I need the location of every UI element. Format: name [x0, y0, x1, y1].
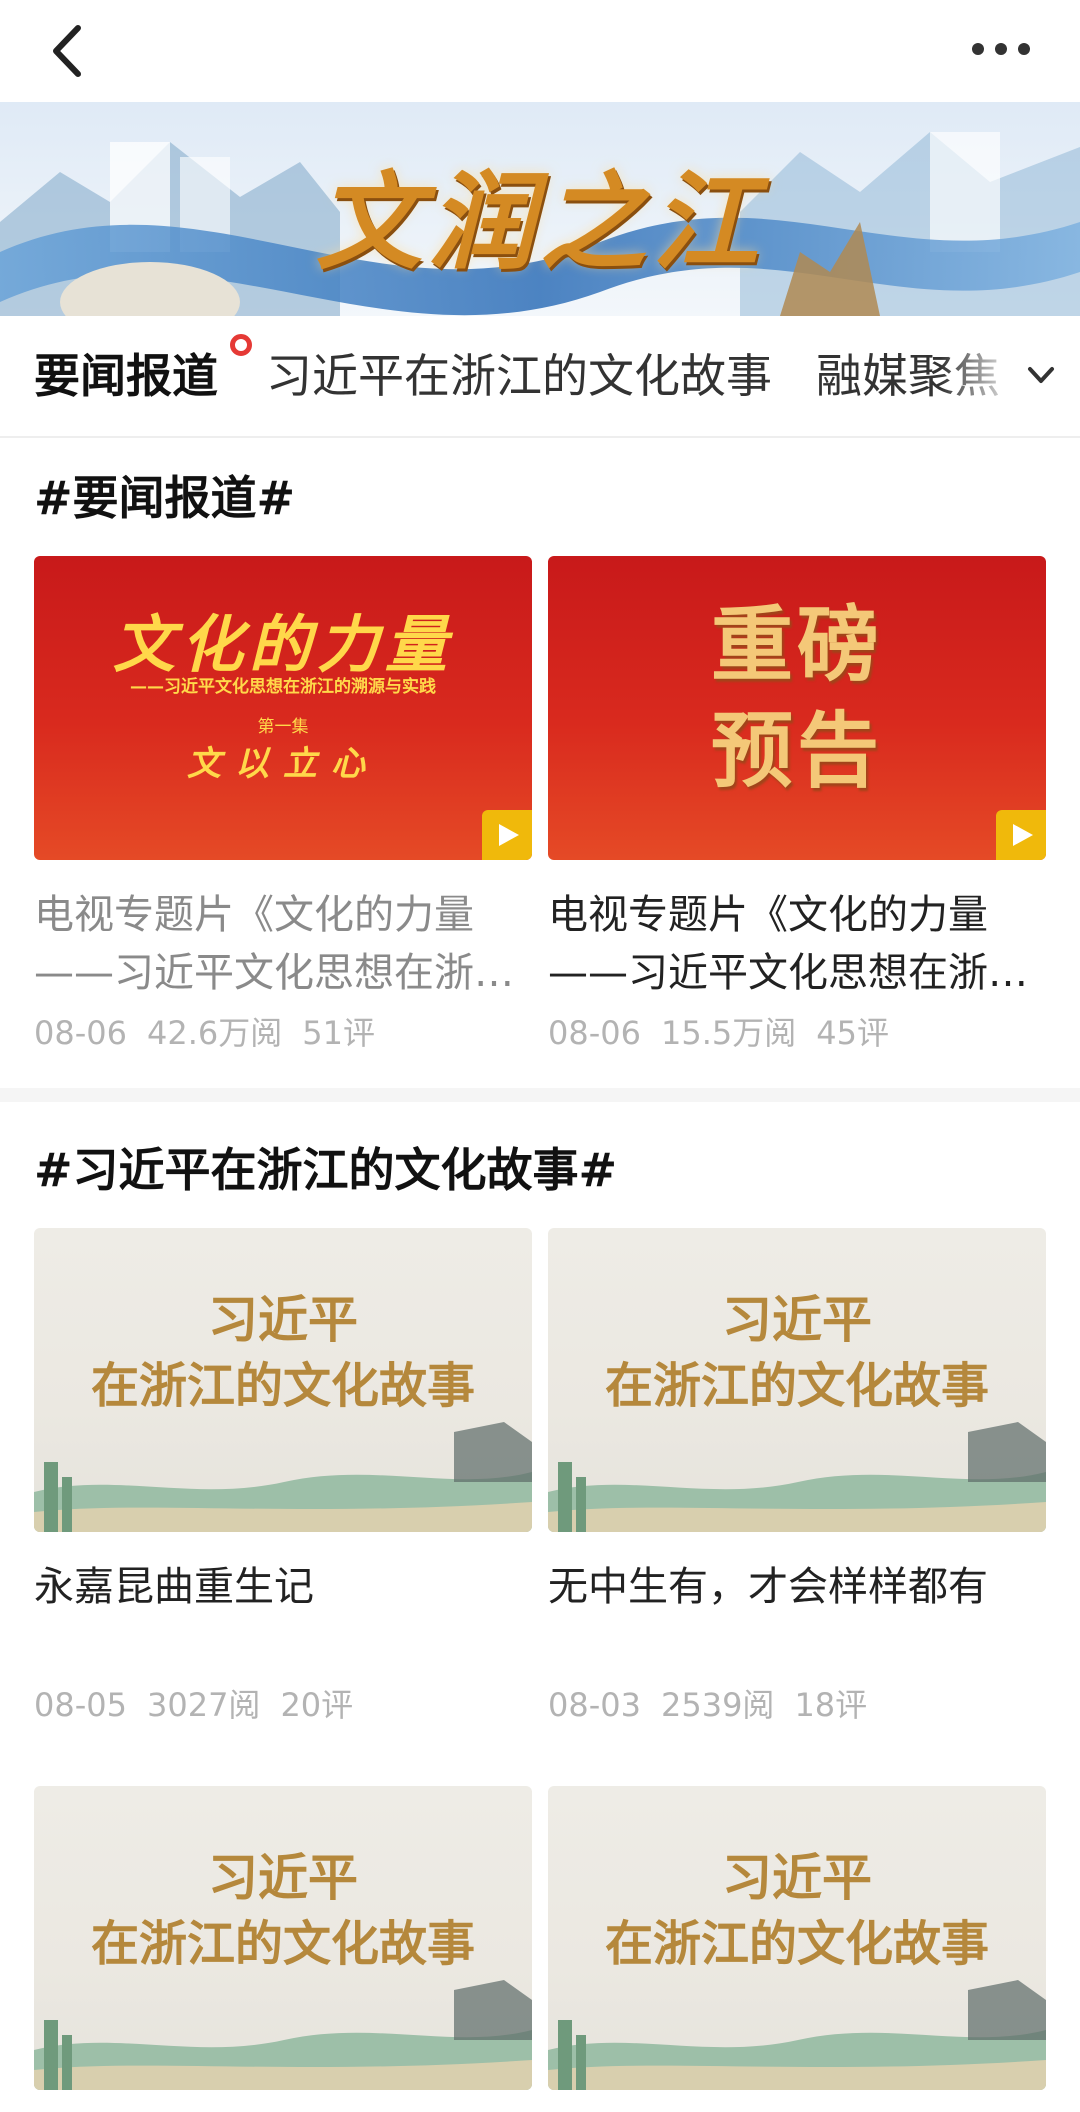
top-nav-bar — [0, 0, 1080, 102]
banner-title: 文润之江 — [316, 159, 764, 284]
new-content-dot — [230, 334, 252, 356]
section-title-culture-stories: #习近平在浙江的文化故事# — [34, 1143, 618, 1197]
topic-banner: 文润之江 — [0, 102, 1080, 316]
card-title-line: 电视专题片《文化的力量 — [34, 892, 474, 938]
article-cover[interactable]: 习近平 在浙江的文化故事 — [34, 1786, 532, 2090]
read-count: 3027阅 — [146, 1686, 261, 1724]
play-badge — [996, 810, 1046, 860]
publish-date: 08-06 — [548, 1014, 641, 1052]
landscape-illustration — [548, 1980, 1046, 2090]
section-title-news: #要闻报道# — [34, 471, 296, 525]
read-count: 2539阅 — [660, 1686, 775, 1724]
play-icon — [499, 824, 519, 846]
cover-subtitle: ——习近平文化思想在浙江的溯源与实践 — [130, 677, 436, 697]
card-meta: 08-03 2539阅 18评 — [548, 1680, 1046, 1726]
landscape-illustration — [548, 1422, 1046, 1532]
article-card[interactable]: 文化的力量 ——习近平文化思想在浙江的溯源与实践 第一集 文以立心 电视专题片《… — [34, 556, 532, 1054]
cover-main-text: 文化的力量 — [112, 608, 453, 681]
cover-line-2: 预告 — [710, 704, 883, 799]
read-count: 42.6万阅 — [146, 1014, 283, 1052]
card-title: 永嘉昆曲重生记 — [34, 1558, 532, 1674]
comment-count: 18评 — [794, 1686, 868, 1724]
cover-line-1: 重磅 — [710, 598, 883, 693]
article-card[interactable]: 习近平 在浙江的文化故事 无中生有，才会样样都有 08-03 2539阅 18评 — [548, 1228, 1046, 1726]
play-icon — [1013, 824, 1033, 846]
cover-line-1: 习近平 — [208, 1848, 358, 1907]
publish-date: 08-05 — [34, 1686, 127, 1724]
cover-line-1: 习近平 — [722, 1848, 872, 1907]
article-card[interactable]: 重磅 预告 电视专题片《文化的力量 ——习近平文化思想在浙江的溯源与实践 08-… — [548, 556, 1046, 1054]
card-meta: 08-06 42.6万阅 51评 — [34, 1008, 532, 1054]
card-title-line: 永嘉昆曲重生记 — [34, 1564, 314, 1610]
card-title: 无中生有，才会样样都有 — [548, 1558, 1046, 1674]
cover-line-2: 在浙江的文化故事 — [604, 1916, 989, 1972]
comment-count: 20评 — [280, 1686, 354, 1724]
video-cover[interactable]: 重磅 预告 — [548, 556, 1046, 860]
more-icon[interactable] — [966, 24, 1036, 74]
comment-count: 51评 — [302, 1014, 375, 1052]
read-count: 15.5万阅 — [660, 1014, 797, 1052]
card-title: 电视专题片《文化的力量 ——习近平文化思想在浙江的溯源与实践 — [548, 886, 1046, 1002]
chevron-down-icon[interactable] — [1024, 358, 1058, 392]
card-title-line: 无中生有，才会样样都有 — [548, 1564, 988, 1610]
article-card[interactable]: 习近平 在浙江的文化故事 永嘉昆曲重生记 08-05 3027阅 20评 — [34, 1228, 532, 1726]
tab-news-reports[interactable]: 要闻报道 — [34, 340, 218, 406]
cover-episode: 第一集 — [257, 717, 309, 737]
landscape-illustration — [34, 1422, 532, 1532]
video-cover[interactable]: 文化的力量 ——习近平文化思想在浙江的溯源与实践 第一集 文以立心 — [34, 556, 532, 860]
play-badge — [482, 810, 532, 860]
card-title-line: 电视专题片《文化的力量 — [548, 892, 988, 938]
cover-line-2: 在浙江的文化故事 — [90, 1358, 475, 1414]
card-title-line: ——习近平文化思想在浙江的溯源与实践 — [34, 950, 532, 996]
comment-count: 45评 — [816, 1014, 889, 1052]
card-meta: 08-05 3027阅 20评 — [34, 1680, 532, 1726]
cover-episode-name: 文以立心 — [187, 744, 379, 784]
article-cover[interactable]: 习近平 在浙江的文化故事 — [34, 1228, 532, 1532]
card-title-line: ——习近平文化思想在浙江的溯源与实践 — [548, 950, 1046, 996]
landscape-illustration — [34, 1980, 532, 2090]
publish-date: 08-03 — [548, 1686, 641, 1724]
tab-culture-stories[interactable]: 习近平在浙江的文化故事 — [266, 340, 772, 406]
section-divider — [0, 1088, 1080, 1102]
cover-line-1: 习近平 — [722, 1290, 872, 1349]
article-cover[interactable]: 习近平 在浙江的文化故事 — [548, 1228, 1046, 1532]
back-icon[interactable] — [44, 22, 96, 80]
card-meta: 08-06 15.5万阅 45评 — [548, 1008, 1046, 1054]
publish-date: 08-06 — [34, 1014, 127, 1052]
cover-line-2: 在浙江的文化故事 — [604, 1358, 989, 1414]
article-card[interactable]: 习近平 在浙江的文化故事 — [34, 1786, 532, 2090]
article-cover[interactable]: 习近平 在浙江的文化故事 — [548, 1786, 1046, 2090]
channel-tab-bar: 要闻报道 习近平在浙江的文化故事 融媒聚焦 — [0, 316, 1080, 438]
card-title: 电视专题片《文化的力量 ——习近平文化思想在浙江的溯源与实践 — [34, 886, 532, 1002]
cover-line-1: 习近平 — [208, 1290, 358, 1349]
article-card[interactable]: 习近平 在浙江的文化故事 — [548, 1786, 1046, 2090]
cover-line-2: 在浙江的文化故事 — [90, 1916, 475, 1972]
